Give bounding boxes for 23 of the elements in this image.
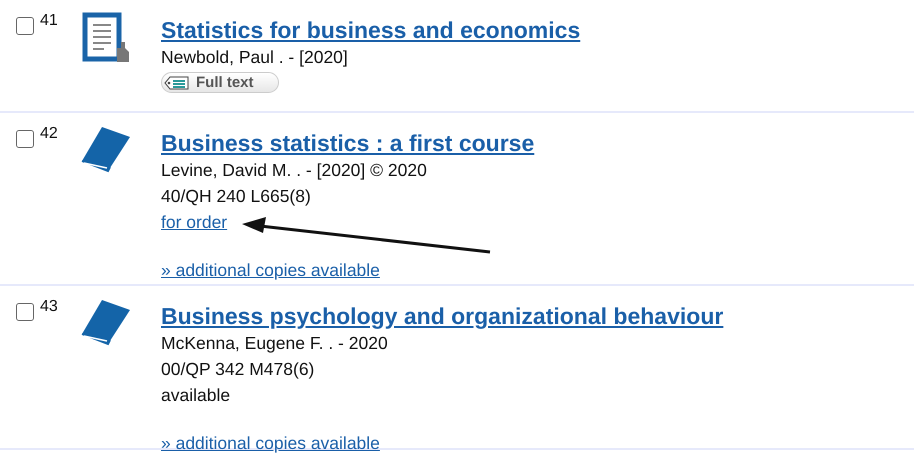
- status-link[interactable]: for order: [161, 209, 228, 235]
- book-icon: [80, 298, 132, 346]
- select-checkbox[interactable]: [16, 303, 34, 321]
- result-number: 41: [40, 12, 59, 31]
- tag-icon: [164, 74, 190, 90]
- document-icon: [82, 12, 130, 64]
- record-detail: Levine, David M. . - [2020] © 2020: [161, 159, 428, 182]
- additional-copies-link[interactable]: » additional copies available: [161, 257, 380, 283]
- title-link[interactable]: Business statistics : a first course: [161, 129, 534, 157]
- select-checkbox[interactable]: [16, 17, 34, 35]
- select-checkbox[interactable]: [16, 130, 34, 148]
- result-number: 42: [40, 125, 59, 144]
- record-detail: 40/QH 240 L665(8): [161, 185, 312, 208]
- book-icon: [80, 125, 132, 173]
- record-detail: McKenna, Eugene F. . - 2020: [161, 332, 389, 355]
- title-link[interactable]: Business psychology and organizational behaviour: [161, 302, 724, 330]
- result-number: 43: [40, 298, 59, 317]
- record-detail: available: [161, 384, 232, 407]
- record-detail: Newbold, Paul . - [2020]: [161, 46, 349, 69]
- record-detail: 00/QP 342 M478(6): [161, 358, 316, 381]
- full-text-button[interactable]: Full text: [161, 72, 279, 93]
- title-link[interactable]: Statistics for business and economics: [161, 16, 580, 44]
- additional-copies-link[interactable]: » additional copies available: [161, 430, 380, 456]
